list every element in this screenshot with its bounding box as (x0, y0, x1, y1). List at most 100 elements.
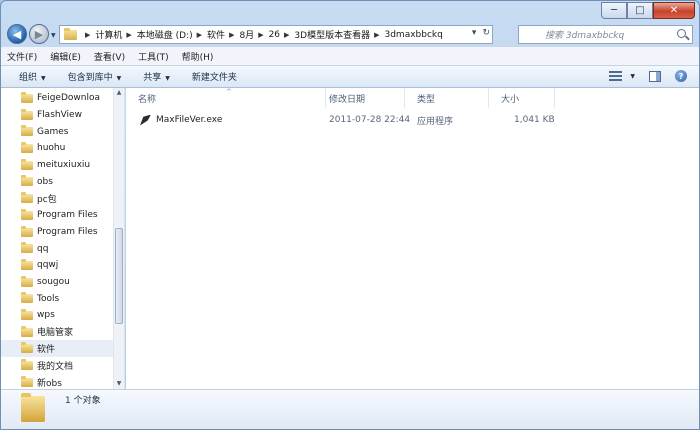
explorer-window: ─ □ ✕ ◀ ▶ ▼ ▶ 计算机 ▶ 本地磁盘 (D:) ▶ 软件 ▶ 8月 ▶ 26… (0, 0, 700, 430)
folder-tree: FeigeDownloa FlashView Games huohu meituxiux… (1, 88, 113, 389)
share-button[interactable]: 共享 ▼ (143, 70, 170, 83)
folder-icon (21, 275, 33, 287)
navigation-pane: FeigeDownloa FlashView Games huohu meituxiux… (1, 88, 125, 389)
change-view-button[interactable]: ▼ (609, 71, 635, 81)
menu-view[interactable]: 查看(V) (94, 50, 125, 63)
tree-item-label: Program Files (37, 226, 98, 237)
column-type[interactable]: 类型 (405, 88, 489, 108)
breadcrumb-current[interactable]: 3dmaxbbckq (384, 26, 442, 43)
new-folder-button[interactable]: 新建文件夹 (192, 70, 237, 83)
close-button[interactable]: ✕ (653, 2, 695, 19)
tree-item-label: FeigeDownloa (37, 93, 100, 104)
tree-item[interactable]: Tools (1, 290, 113, 307)
file-modified: 2011-07-28 22:44 (329, 115, 411, 125)
address-tail: ▾ ↻ (472, 28, 490, 38)
breadcrumb-root-chevron[interactable]: ▶ (81, 26, 95, 43)
breadcrumb-august[interactable]: 8月 ▶ (239, 26, 268, 43)
chevron-down-icon: ▼ (116, 75, 122, 82)
minimize-button[interactable]: ─ (601, 2, 627, 19)
view-details-icon (609, 71, 623, 81)
breadcrumb-26[interactable]: 26 ▶ (269, 26, 295, 43)
application-icon (140, 114, 151, 126)
tree-item[interactable]: pc包 (1, 190, 113, 207)
menu-edit[interactable]: 编辑(E) (50, 50, 81, 63)
tree-item-label: huohu (37, 143, 66, 154)
column-headers: 名称 ^ 修改日期 类型 大小 (126, 88, 699, 108)
folder-icon (21, 375, 33, 387)
back-button[interactable]: ◀ (7, 24, 27, 44)
refresh-icon[interactable]: ↻ (482, 28, 490, 38)
include-in-library-button[interactable]: 包含到库中 ▼ (68, 70, 122, 83)
menu-bar: 文件(F) 编辑(E) 查看(V) 工具(T) 帮助(H) (1, 47, 699, 66)
folder-icon (21, 92, 33, 103)
tree-item-label: qq (37, 243, 49, 254)
tree-item-label: 软件 (37, 345, 56, 356)
tree-item[interactable]: FeigeDownloa (1, 90, 113, 107)
breadcrumb-computer[interactable]: 计算机 ▶ (95, 26, 136, 43)
menu-help[interactable]: 帮助(H) (182, 50, 214, 63)
organize-button[interactable]: 组织 ▼ (19, 70, 46, 83)
back-arrow-icon: ◀ (12, 27, 22, 41)
folder-icon (21, 208, 33, 220)
menu-file[interactable]: 文件(F) (7, 50, 37, 63)
details-pane: 1 个对象 (1, 389, 699, 429)
tree-item[interactable]: meituxiuxiu (1, 157, 113, 174)
tree-item[interactable]: Games (1, 123, 113, 140)
address-dropdown-icon[interactable]: ▾ (472, 28, 477, 38)
scroll-up-icon[interactable]: ▲ (114, 88, 124, 98)
scroll-down-icon[interactable]: ▼ (114, 379, 124, 389)
folder-icon (21, 258, 33, 270)
forward-button[interactable]: ▶ (29, 24, 49, 44)
tree-item[interactable]: 新obs (1, 374, 113, 389)
search-input[interactable]: 搜索 3dmaxbbckq (518, 25, 693, 44)
tree-item[interactable]: qq (1, 240, 113, 257)
chevron-down-icon: ▼ (41, 75, 46, 82)
tree-item-label: Tools (37, 293, 60, 304)
chevron-down-icon: ▼ (165, 75, 170, 82)
folder-icon (21, 108, 33, 120)
folder-icon (21, 325, 33, 337)
tree-item[interactable]: qqwj (1, 257, 113, 274)
caption-buttons: ─ □ ✕ (601, 2, 695, 19)
maximize-button[interactable]: □ (627, 2, 653, 19)
file-size: 1,041 KB (514, 115, 555, 125)
tree-item-label: FlashView (37, 110, 82, 121)
file-type: 应用程序 (417, 116, 454, 127)
search-placeholder: 搜索 3dmaxbbckq (545, 31, 625, 41)
scroll-thumb[interactable] (115, 228, 123, 324)
tree-item[interactable]: 我的文档 (1, 357, 113, 374)
address-bar[interactable]: ▶ 计算机 ▶ 本地磁盘 (D:) ▶ 软件 ▶ 8月 ▶ 26 ▶ 3D模型版本查看器 ▶… (59, 25, 493, 44)
folder-icon (21, 192, 33, 204)
preview-pane-icon[interactable] (649, 70, 661, 82)
tree-item[interactable]: sougou (1, 274, 113, 291)
file-row[interactable]: MaxFileVer.exe 2011-07-28 22:44 应用程序 1,0… (134, 112, 694, 128)
folder-icon (21, 242, 33, 254)
title-bar: ─ □ ✕ ◀ ▶ ▼ ▶ 计算机 ▶ 本地磁盘 (D:) ▶ 软件 ▶ 8月 ▶ 26… (1, 1, 699, 47)
tree-item[interactable]: 电脑管家 (1, 324, 113, 341)
help-icon[interactable]: ? (675, 70, 687, 82)
tree-item[interactable]: FlashView (1, 107, 113, 124)
breadcrumb-drive-d[interactable]: 本地磁盘 (D:) ▶ (137, 26, 207, 43)
forward-arrow-icon: ▶ (34, 27, 44, 41)
navigation-scrollbar[interactable]: ▲ ▼ (113, 88, 124, 389)
menu-tools[interactable]: 工具(T) (138, 50, 169, 63)
tree-item[interactable]: Program Files (1, 224, 113, 241)
folder-icon (21, 142, 33, 154)
breadcrumb-3d-viewer[interactable]: 3D模型版本查看器 ▶ (294, 26, 384, 43)
column-size[interactable]: 大小 (489, 88, 555, 108)
tree-item[interactable]: 软件 (1, 340, 113, 357)
tree-item-label: 新obs (37, 378, 62, 389)
folder-icon (21, 393, 45, 422)
folder-icon (21, 125, 33, 137)
tree-item[interactable]: obs (1, 173, 113, 190)
folder-icon (21, 158, 33, 170)
tree-item-label: wps (37, 310, 55, 321)
tree-item[interactable]: Program Files (1, 207, 113, 224)
recent-pages-dropdown-icon[interactable]: ▼ (51, 32, 56, 39)
tree-item[interactable]: huohu (1, 140, 113, 157)
folder-icon (21, 292, 33, 304)
search-icon[interactable] (677, 29, 686, 38)
tree-item[interactable]: wps (1, 307, 113, 324)
breadcrumb-software[interactable]: 软件 ▶ (207, 26, 239, 43)
column-modified[interactable]: 修改日期 (317, 88, 405, 108)
